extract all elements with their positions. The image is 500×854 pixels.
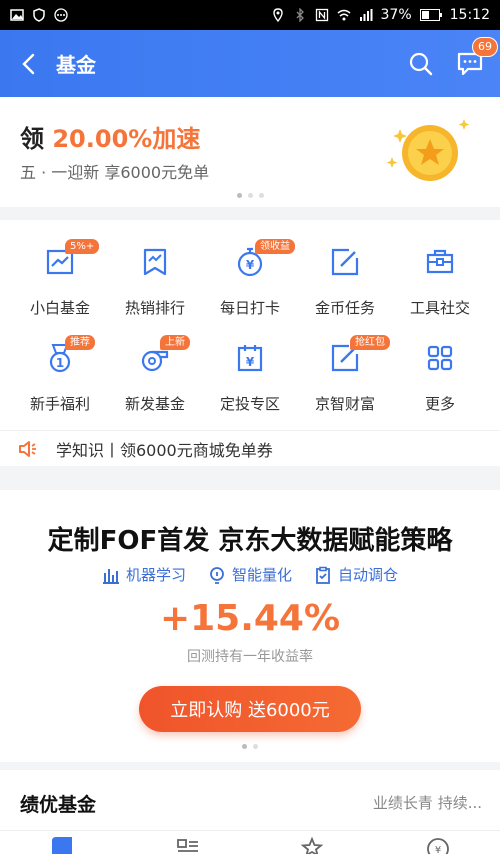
menu-item-label: 新手福利: [29, 395, 90, 413]
grid-icon: [427, 345, 453, 371]
gallery-icon: [10, 9, 24, 21]
menu-item-label: 定投专区: [219, 395, 280, 413]
menu-item-label: 金币任务: [314, 299, 375, 317]
menu-tag: 推荐: [65, 335, 95, 350]
home-tab-icon[interactable]: [50, 837, 74, 854]
chevron-left-icon: [22, 53, 35, 74]
page-title: 基金: [56, 53, 96, 77]
edit-icon: [331, 248, 359, 276]
battery-icon: [419, 9, 442, 21]
function-menu: 5%+ 小白基金 热销排行 ¥ 领收益 每日打卡 金币任务 工具社交 1 推荐 …: [0, 220, 500, 430]
menu-tag: 上新: [160, 335, 190, 350]
menu-item-label: 新发基金: [124, 395, 185, 413]
svg-text:¥: ¥: [435, 845, 441, 854]
status-bar: 37% 15:12: [0, 0, 500, 30]
gold-coin-star-icon: [386, 119, 470, 181]
menu-item-xinshou[interactable]: 1 推荐 新手福利: [10, 316, 110, 413]
banner-pager: [0, 744, 500, 749]
clock: 15:12: [449, 7, 490, 23]
banner-title: 定制FOF首发 京东大数据赋能策略: [47, 526, 453, 556]
menu-tag: 5%+: [65, 239, 100, 254]
pager-dot: [247, 193, 253, 198]
promo-title-highlight: 20.00%加速: [52, 125, 201, 153]
menu-item-label: 工具社交: [409, 299, 470, 317]
wifi-icon: [337, 9, 350, 21]
bulb-icon: [210, 566, 224, 584]
location-icon: [272, 8, 283, 22]
menu-item-gongju[interactable]: 工具社交: [390, 220, 490, 317]
search-icon[interactable]: [408, 51, 434, 77]
svg-text:¥: ¥: [246, 355, 255, 369]
pager-dot: [242, 744, 247, 749]
fof-banner[interactable]: 定制FOF首发 京东大数据赋能策略 机器学习 智能量化 自动调仓 +15.44%…: [0, 490, 500, 762]
feature-label: 机器学习: [125, 566, 186, 584]
bottom-tab-bar: ¥: [0, 830, 500, 854]
nfc-icon: [315, 8, 328, 22]
feature-label: 自动调仓: [338, 566, 399, 584]
pager-dot: [236, 193, 242, 198]
bar-chart-icon: [102, 568, 119, 584]
promo-title-prefix: 领: [20, 125, 53, 153]
svg-text:1: 1: [56, 356, 64, 370]
return-percent: +15.44%: [159, 598, 341, 639]
menu-item-dingtou[interactable]: ¥ 定投专区: [200, 316, 300, 413]
top-funds-section: 绩优基金 业绩长青 持续...: [0, 770, 500, 830]
signal-icon: [359, 9, 373, 21]
promo-subtitle: 五 · 一迎新 享6000元免单: [20, 163, 210, 182]
shield-icon: [33, 8, 45, 22]
clipboard-check-icon: [316, 566, 330, 584]
pager-dot: [253, 744, 258, 749]
menu-item-daka[interactable]: ¥ 领收益 每日打卡: [200, 220, 300, 317]
notice-text: 学知识丨领6000元商城免单券: [56, 440, 273, 460]
menu-item-xiaobai[interactable]: 5%+ 小白基金: [10, 220, 110, 317]
menu-tag: 抢红包: [350, 335, 390, 350]
menu-item-rexiao[interactable]: 热销排行: [105, 220, 205, 317]
section-subtitle[interactable]: 业绩长青 持续...: [373, 792, 482, 813]
menu-tag: 领收益: [255, 239, 295, 254]
battery-percent: 37%: [380, 7, 412, 23]
menu-item-label: 小白基金: [29, 299, 90, 317]
feature-list: 机器学习 智能量化 自动调仓: [0, 564, 500, 585]
promo-pager: [0, 193, 500, 198]
menu-item-jingzhi[interactable]: 抢红包 京智财富: [295, 316, 395, 413]
feature-item: 自动调仓: [314, 564, 398, 585]
feature-item: 智能量化: [208, 564, 292, 585]
star-tab-icon[interactable]: [300, 837, 324, 854]
back-button[interactable]: [0, 30, 56, 97]
more-dots-icon: [54, 8, 68, 22]
menu-item-more[interactable]: 更多: [390, 316, 490, 413]
return-label: 回测持有一年收益率: [187, 649, 313, 665]
wealth-tab-icon[interactable]: ¥: [426, 837, 450, 854]
message-button[interactable]: 69: [456, 36, 498, 79]
feature-label: 智能量化: [231, 566, 292, 584]
bluetooth-icon: [296, 8, 304, 22]
section-title: 绩优基金: [20, 794, 97, 816]
promo-title: 领 20.00%加速: [20, 119, 200, 154]
menu-item-label: 热销排行: [124, 299, 185, 317]
menu-item-xinfa[interactable]: 上新 新发基金: [105, 316, 205, 413]
app-header: 基金 69: [0, 30, 500, 97]
list-tab-icon[interactable]: [176, 837, 200, 854]
message-badge: 69: [472, 36, 498, 57]
svg-text:¥: ¥: [246, 258, 255, 272]
menu-item-jinbi[interactable]: 金币任务: [295, 220, 395, 317]
menu-item-label: 更多: [424, 395, 455, 413]
menu-item-label: 京智财富: [314, 395, 375, 413]
notice-bar[interactable]: 学知识丨领6000元商城免单券: [0, 430, 500, 466]
speaker-icon: [19, 440, 36, 457]
promo-banner[interactable]: 领 20.00%加速 五 · 一迎新 享6000元免单: [0, 97, 500, 207]
toolbox-icon: [426, 249, 454, 274]
trend-flag-icon: [143, 248, 167, 276]
menu-item-label: 每日打卡: [219, 299, 280, 317]
pager-dot: [258, 193, 264, 198]
feature-item: 机器学习: [102, 564, 186, 585]
calendar-coin-icon: ¥: [237, 345, 263, 372]
subscribe-button[interactable]: 立即认购 送6000元: [139, 686, 361, 732]
